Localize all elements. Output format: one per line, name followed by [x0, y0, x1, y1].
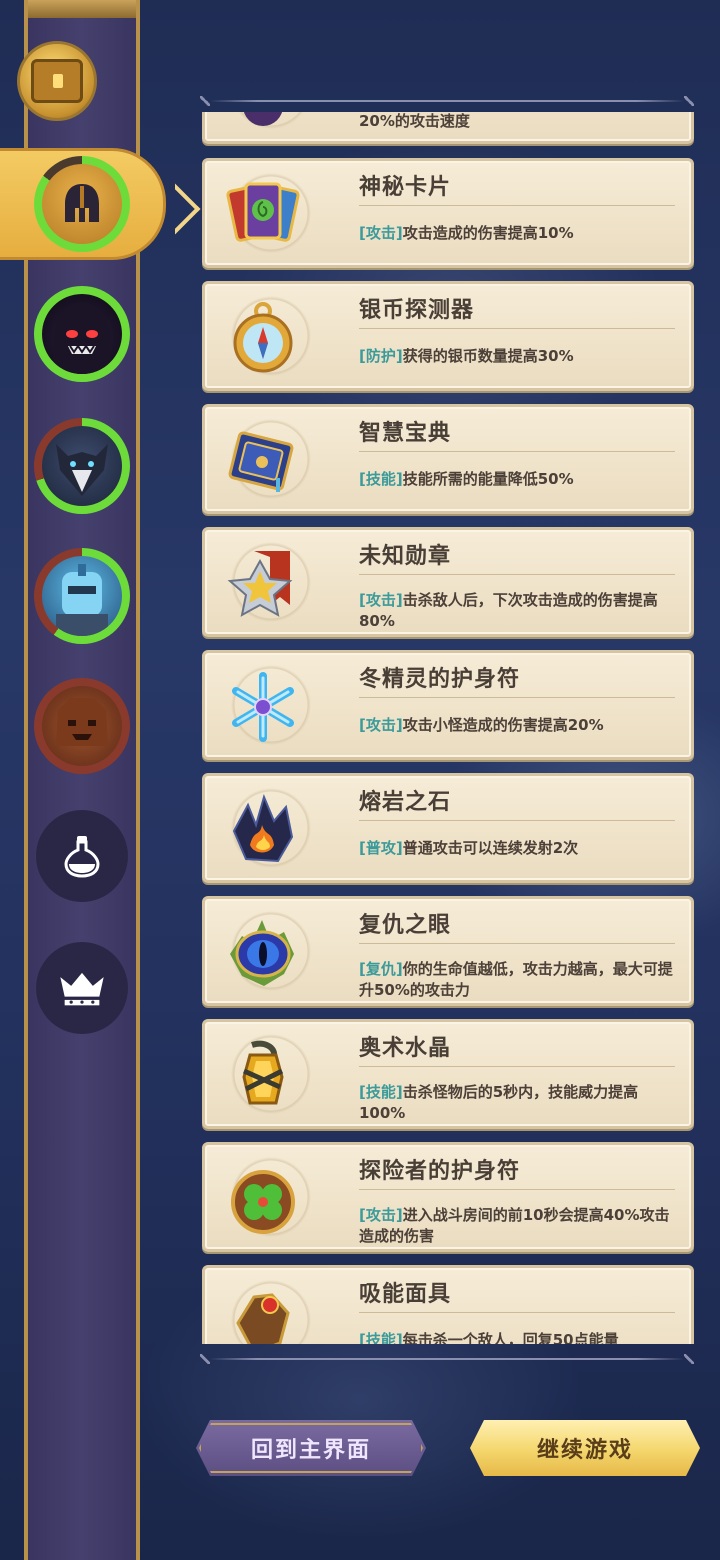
relic-list[interactable]: 20%的攻击速度 神秘卡片 [攻击]攻击造成的伤害提高10% 银币探测器 [防护… [200, 112, 696, 1344]
arcane-crystal-icon [221, 1034, 305, 1118]
item-title: 银币探测器 [359, 298, 475, 323]
item-description: [技能]技能所需的能量降低50% [359, 470, 574, 488]
item-description: [技能]每击杀一个敌人，回复50点能量 [359, 1331, 619, 1344]
codex-tab[interactable] [10, 34, 104, 128]
list-item[interactable]: 冬精灵的护身符 [攻击]攻击小怪造成的伤害提高20% [202, 650, 694, 760]
item-title: 冬精灵的护身符 [359, 667, 521, 692]
hooded-hero-icon [54, 302, 110, 374]
item-description: [防护]获得的银币数量提高30% [359, 347, 574, 365]
item-description: [攻击]攻击造成的伤害提高10% [359, 224, 574, 242]
snowflake-amulet-icon [221, 665, 305, 749]
wolf-hero-icon [56, 444, 108, 496]
treasure-book-icon [17, 41, 97, 121]
hero-knight-avatar[interactable] [34, 548, 130, 644]
item-divider [359, 205, 675, 206]
item-description: [复仇]你的生命值越低，攻击力越高，最大可提升50%的攻击力 [359, 960, 673, 999]
item-description: [普攻]普通攻击可以连续发射2次 [359, 839, 579, 857]
item-title: 未知勋章 [359, 544, 452, 569]
item-description: [攻击]进入战斗房间的前10秒会提高40%攻击造成的伤害 [359, 1206, 670, 1245]
item-divider [359, 820, 675, 821]
item-title: 神秘卡片 [359, 175, 452, 200]
list-item[interactable]: 未知勋章 [攻击]击杀敌人后，下次攻击造成的伤害提高80% [202, 527, 694, 637]
item-title: 吸能面具 [359, 1282, 452, 1307]
item-description: [攻击]攻击小怪造成的伤害提高20% [359, 716, 604, 734]
continue-game-button[interactable]: 继续游戏 [470, 1420, 700, 1476]
crown-tab[interactable] [36, 942, 128, 1034]
list-top-divider [200, 96, 694, 106]
list-item[interactable]: 20%的攻击速度 [202, 112, 694, 144]
item-divider [359, 1189, 675, 1190]
clover-amulet-icon [221, 1157, 305, 1241]
main-menu-label: 回到主界面 [250, 1438, 371, 1463]
potions-tab[interactable] [36, 810, 128, 902]
item-title: 探险者的护身符 [359, 1159, 521, 1184]
blue-knight-icon [56, 564, 108, 636]
hero-rock-avatar[interactable] [34, 678, 130, 774]
mystery-cards-icon [221, 173, 305, 257]
hero-hooded-avatar[interactable] [34, 286, 130, 382]
lava-crystal-icon [221, 788, 305, 872]
item-divider [359, 451, 675, 452]
hero-wolf-avatar[interactable] [34, 418, 130, 514]
list-item[interactable]: 智慧宝典 [技能]技能所需的能量降低50% [202, 404, 694, 514]
list-item[interactable]: 熔岩之石 [普攻]普通攻击可以连续发射2次 [202, 773, 694, 883]
list-item[interactable]: 银币探测器 [防护]获得的银币数量提高30% [202, 281, 694, 391]
list-item[interactable]: 奥术水晶 [技能]击杀怪物后的5秒内，技能威力提高100% [202, 1019, 694, 1129]
item-divider [359, 943, 675, 944]
item-divider [359, 1066, 675, 1067]
item-divider [359, 697, 675, 698]
potion-flask-icon [64, 836, 100, 878]
item-title: 复仇之眼 [359, 913, 452, 938]
list-item[interactable]: 神秘卡片 [攻击]攻击造成的伤害提高10% [202, 158, 694, 268]
relics-tab-icon-ring[interactable] [34, 156, 130, 252]
energy-mask-icon [221, 1280, 305, 1344]
list-bottom-divider [200, 1354, 694, 1364]
crown-icon [60, 972, 104, 1006]
item-description: [攻击]击杀敌人后，下次攻击造成的伤害提高80% [359, 591, 658, 630]
list-item[interactable]: 复仇之眼 [复仇]你的生命值越低，攻击力越高，最大可提升50%的攻击力 [202, 896, 694, 1006]
item-divider [359, 574, 675, 575]
list-item[interactable]: 探险者的护身符 [攻击]进入战斗房间的前10秒会提高40%攻击造成的伤害 [202, 1142, 694, 1252]
item-title: 奥术水晶 [359, 1036, 452, 1061]
vengeance-eye-icon [221, 911, 305, 995]
main-menu-button[interactable]: 回到主界面 [196, 1420, 426, 1476]
spellbook-icon [221, 419, 305, 503]
star-medal-icon [221, 542, 305, 626]
rock-golem-icon [56, 698, 108, 746]
item-divider [359, 1312, 675, 1313]
item-description: [技能]击杀怪物后的5秒内，技能威力提高100% [359, 1083, 639, 1122]
item-divider [359, 328, 675, 329]
compass-icon [221, 296, 305, 380]
item-description: 20%的攻击速度 [359, 112, 470, 130]
continue-label: 继续游戏 [536, 1438, 633, 1463]
spartan-helmet-icon [65, 184, 99, 222]
item-title: 熔岩之石 [359, 790, 452, 815]
list-item[interactable]: 吸能面具 [技能]每击杀一个敌人，回复50点能量 [202, 1265, 694, 1344]
item-title: 智慧宝典 [359, 421, 452, 446]
